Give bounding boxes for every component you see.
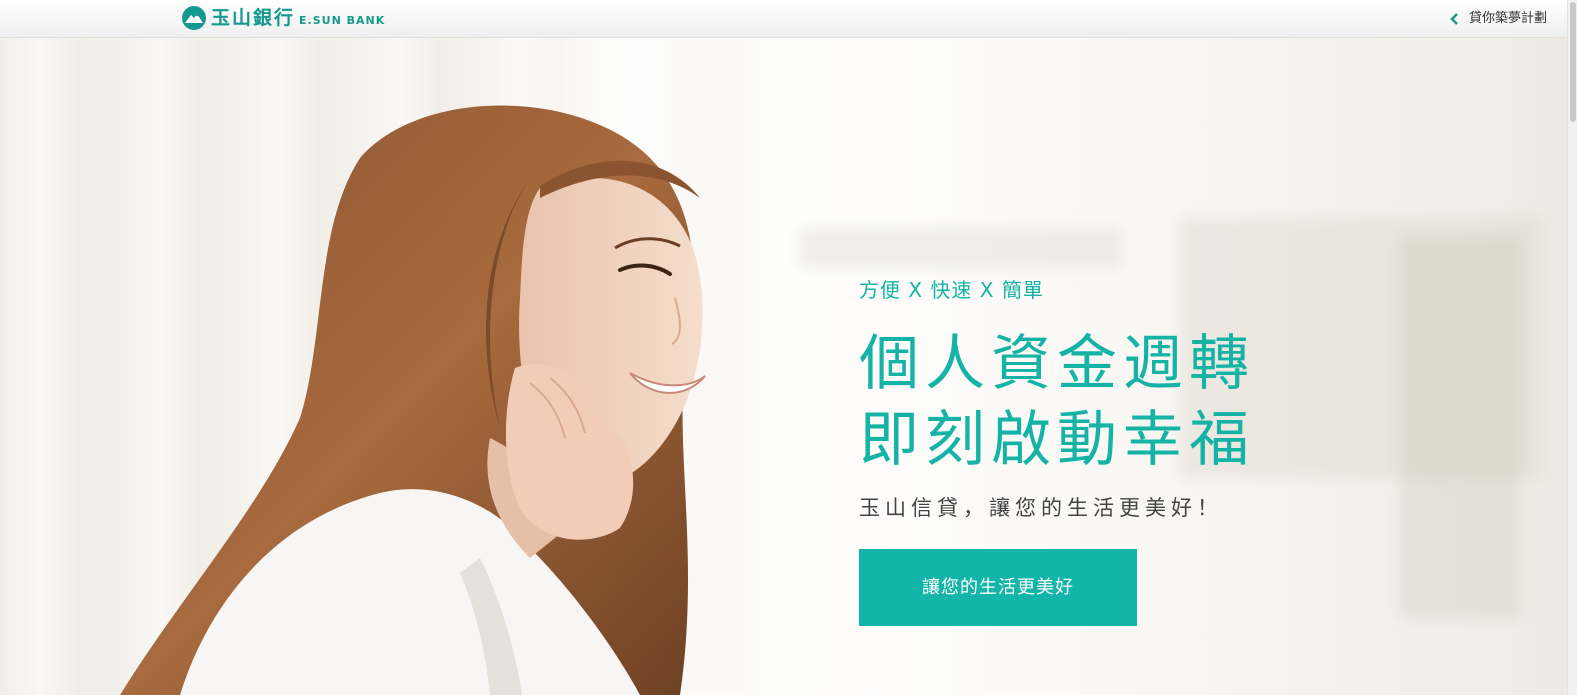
page-scrollbar[interactable]	[1567, 0, 1577, 695]
scrollbar-thumb[interactable]	[1570, 2, 1576, 122]
chevron-left-icon	[1450, 13, 1458, 25]
logo-text-chinese: 玉山銀行	[211, 7, 296, 29]
smiling-woman-photo	[120, 105, 706, 695]
headline-line-1: 個人資金週轉	[859, 329, 1255, 399]
esun-mountain-logo-icon	[182, 6, 206, 30]
blurred-counter	[800, 228, 1120, 268]
top-header: 玉山銀行 E.SUN BANK 貸你築夢計劃	[0, 0, 1567, 38]
back-to-dream-plan-link[interactable]: 貸你築夢計劃	[1450, 11, 1547, 27]
blurred-cabinet	[1400, 238, 1520, 618]
headline-line-2: 即刻啟動幸福	[859, 405, 1255, 475]
esun-bank-logo[interactable]: 玉山銀行 E.SUN BANK	[182, 6, 385, 30]
cta-button[interactable]: 讓您的生活更美好	[859, 549, 1137, 626]
hero-banner	[0, 38, 1567, 695]
hero-headline: 個人資金週轉 即刻啟動幸福	[859, 326, 1255, 478]
logo-text-english: E.SUN BANK	[299, 13, 386, 27]
back-link-label: 貸你築夢計劃	[1468, 11, 1547, 26]
hero-subline: 玉山信貸，讓您的生活更美好！	[859, 496, 1223, 520]
hero-tagline: 方便 X 快速 X 簡單	[859, 278, 1044, 302]
